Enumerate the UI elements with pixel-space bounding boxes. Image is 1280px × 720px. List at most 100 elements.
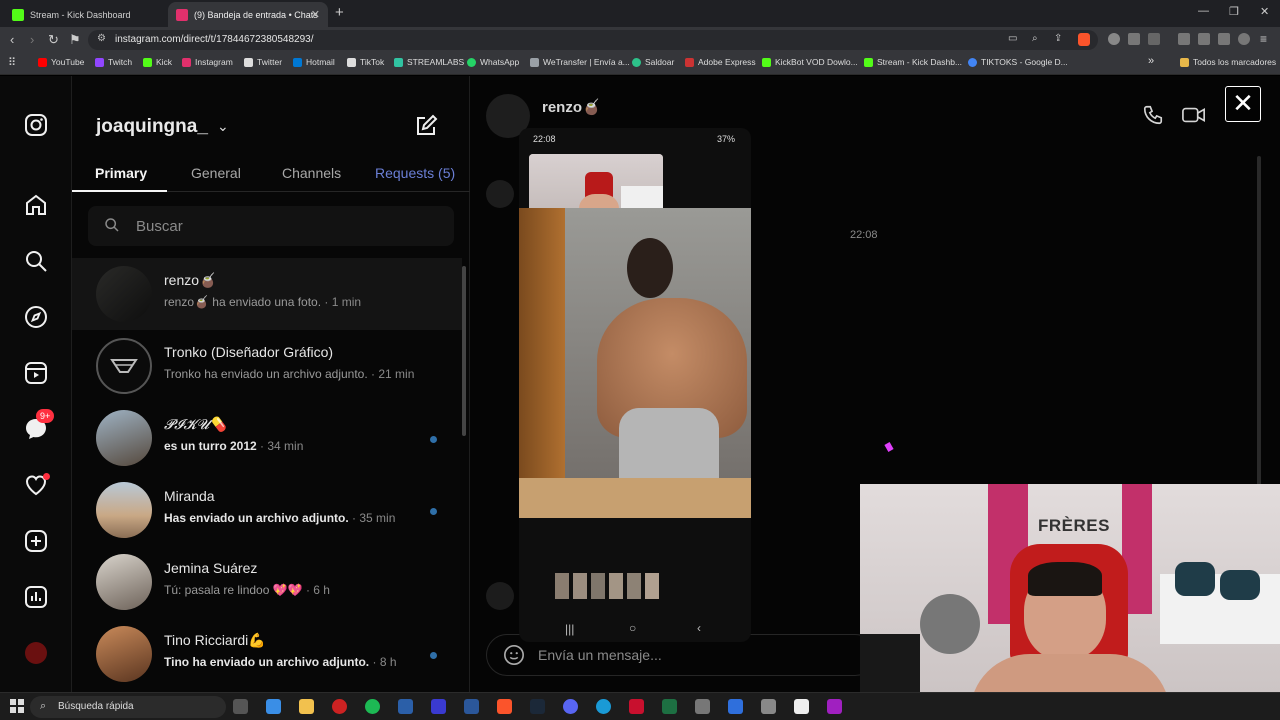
app-icon[interactable] bbox=[761, 699, 776, 714]
received-photo[interactable] bbox=[519, 208, 751, 518]
conversation-item[interactable]: Tronko (Diseñador Gráfico) Tronko ha env… bbox=[72, 330, 462, 402]
reels-icon[interactable] bbox=[24, 361, 48, 385]
excel-icon[interactable] bbox=[662, 699, 677, 714]
dashboard-icon[interactable] bbox=[24, 585, 48, 609]
bookmark-youtube[interactable]: YouTube bbox=[38, 57, 84, 67]
bookmark-adobe-express[interactable]: Adobe Express bbox=[685, 57, 756, 67]
app-icon[interactable] bbox=[827, 699, 842, 714]
home-circle-icon: ○ bbox=[629, 621, 637, 635]
tab-general[interactable]: General bbox=[191, 165, 241, 181]
minimize-icon[interactable]: — bbox=[1198, 5, 1209, 17]
conversation-item[interactable]: 𝓟𝓘𝓚𝓤💊 es un turro 2012 · 34 min bbox=[72, 402, 462, 474]
messages-icon[interactable]: 9+ bbox=[24, 409, 55, 441]
photoshop-icon[interactable] bbox=[398, 699, 413, 714]
spotify-icon[interactable] bbox=[365, 699, 380, 714]
wallet-icon[interactable] bbox=[1198, 33, 1210, 45]
bookmark-twitch[interactable]: Twitch bbox=[95, 57, 132, 67]
tab-requests[interactable]: Requests (5) bbox=[375, 165, 455, 181]
share-icon[interactable]: ⇪ bbox=[1054, 33, 1062, 44]
account-username[interactable]: joaquingna_ bbox=[96, 116, 208, 138]
tab-instagram-chats[interactable]: (9) Bandeja de entrada • Chats ✕ bbox=[168, 2, 328, 27]
widgets-icon[interactable] bbox=[266, 699, 281, 714]
whatsapp-icon bbox=[467, 57, 476, 67]
close-tab-icon[interactable]: ✕ bbox=[311, 8, 320, 21]
bookmark-twitter[interactable]: Twitter bbox=[244, 57, 282, 67]
capcut-icon[interactable] bbox=[794, 699, 809, 714]
notifications-heart-icon[interactable] bbox=[24, 473, 50, 497]
close-overlay-button[interactable]: ✕ bbox=[1225, 86, 1261, 122]
brave-icon[interactable] bbox=[497, 699, 512, 714]
chevron-down-icon[interactable]: ⌄ bbox=[217, 118, 229, 135]
profile-avatar[interactable] bbox=[24, 641, 48, 665]
extension-icon[interactable] bbox=[1108, 33, 1120, 45]
word-icon[interactable] bbox=[464, 699, 479, 714]
search-icon[interactable] bbox=[24, 249, 48, 273]
bookmark-icon[interactable]: ⚑ bbox=[69, 32, 81, 48]
back-icon[interactable]: ‹ bbox=[10, 32, 14, 47]
bookmark-whatsapp[interactable]: WhatsApp bbox=[467, 57, 519, 67]
taskbar-search[interactable]: ⌕ Búsqueda rápida bbox=[30, 696, 226, 718]
new-tab-button[interactable]: + bbox=[335, 4, 344, 21]
explore-icon[interactable] bbox=[24, 305, 48, 329]
apps-grid-icon[interactable]: ⠿ bbox=[8, 56, 16, 69]
conversation-item[interactable]: Jemina Suárez Tú: pasala re lindoo 💖💖 · … bbox=[72, 546, 462, 618]
vpn-icon[interactable] bbox=[1238, 33, 1250, 45]
app-icon[interactable] bbox=[629, 699, 644, 714]
more-bookmarks-button[interactable]: » bbox=[1148, 55, 1154, 67]
home-icon[interactable] bbox=[24, 193, 48, 217]
bookmark-kickbot[interactable]: KickBot VOD Dowlo... bbox=[762, 57, 858, 67]
restore-icon[interactable]: ❐ bbox=[1229, 5, 1239, 18]
zoom-icon[interactable]: ⌕ bbox=[1032, 33, 1038, 44]
close-window-icon[interactable]: ✕ bbox=[1260, 5, 1269, 18]
peer-name[interactable]: renzo🧉 bbox=[542, 98, 601, 116]
bookmark-tiktoks-drive[interactable]: TIKTOKS - Google D... bbox=[968, 57, 1068, 67]
thread-scrollbar[interactable] bbox=[1257, 156, 1261, 486]
wall-sign-text: FRÈRES bbox=[1038, 516, 1110, 535]
windows-start-icon[interactable] bbox=[10, 699, 24, 713]
emoji-icon[interactable] bbox=[503, 644, 525, 671]
puzzle-icon[interactable] bbox=[1128, 33, 1140, 45]
tab-kick-dashboard[interactable]: Stream - Kick Dashboard bbox=[4, 2, 166, 27]
conversation-item[interactable]: Miranda Has enviado un archivo adjunto. … bbox=[72, 474, 462, 546]
leo-icon[interactable] bbox=[1218, 33, 1230, 45]
app-icon[interactable] bbox=[728, 699, 743, 714]
bookmark-kick[interactable]: Kick bbox=[143, 57, 172, 67]
create-icon[interactable] bbox=[24, 529, 48, 553]
inbox-scrollbar[interactable] bbox=[462, 266, 466, 436]
file-explorer-icon[interactable] bbox=[299, 699, 314, 714]
new-message-icon[interactable] bbox=[414, 114, 438, 143]
instagram-logo-icon[interactable] bbox=[24, 113, 48, 137]
discord-icon[interactable] bbox=[563, 699, 578, 714]
tab-channels[interactable]: Channels bbox=[282, 165, 341, 181]
address-bar[interactable]: ⚙ instagram.com/direct/t/178446723805482… bbox=[88, 30, 1098, 50]
steam-icon[interactable] bbox=[530, 699, 545, 714]
forward-icon[interactable]: › bbox=[30, 32, 34, 47]
all-bookmarks-folder[interactable]: Todos los marcadores bbox=[1180, 57, 1276, 67]
video-call-icon[interactable] bbox=[1182, 104, 1206, 132]
vegas-icon[interactable] bbox=[431, 699, 446, 714]
conversation-item[interactable]: Tino Ricciardi💪 Tino ha enviado un archi… bbox=[72, 618, 462, 690]
bookmark-saldoar[interactable]: Saldoar bbox=[632, 57, 674, 67]
brave-shield-icon[interactable] bbox=[1078, 33, 1090, 46]
bookmark-wetransfer[interactable]: WeTransfer | Envía a... bbox=[530, 57, 630, 67]
instagram-favicon-icon bbox=[176, 8, 188, 21]
conversation-item[interactable]: renzo🧉 renzo🧉 ha enviado una foto. · 1 m… bbox=[72, 258, 462, 330]
task-view-icon[interactable] bbox=[233, 699, 248, 714]
bookmark-kick-dashboard[interactable]: Stream - Kick Dashb... bbox=[864, 57, 962, 67]
bookmark-hotmail[interactable]: Hotmail bbox=[293, 57, 335, 67]
sidebar-icon[interactable] bbox=[1148, 33, 1160, 45]
cast-icon[interactable]: ▭ bbox=[1008, 33, 1017, 44]
app-icon[interactable] bbox=[695, 699, 710, 714]
site-info-icon[interactable]: ⚙ bbox=[97, 33, 106, 44]
app-icon[interactable] bbox=[596, 699, 611, 714]
reload-icon[interactable]: ↻ bbox=[48, 32, 59, 48]
bookmark-tiktok[interactable]: TikTok bbox=[347, 57, 384, 67]
bookmark-streamlabs[interactable]: STREAMLABS bbox=[394, 57, 464, 67]
music-icon[interactable] bbox=[1178, 33, 1190, 45]
app-icon[interactable] bbox=[332, 699, 347, 714]
phone-call-icon[interactable] bbox=[1142, 104, 1164, 132]
bookmark-instagram[interactable]: Instagram bbox=[182, 57, 233, 67]
menu-icon[interactable]: ≡ bbox=[1260, 32, 1267, 46]
tab-primary[interactable]: Primary bbox=[95, 165, 147, 181]
search-input[interactable]: Buscar bbox=[88, 206, 454, 246]
